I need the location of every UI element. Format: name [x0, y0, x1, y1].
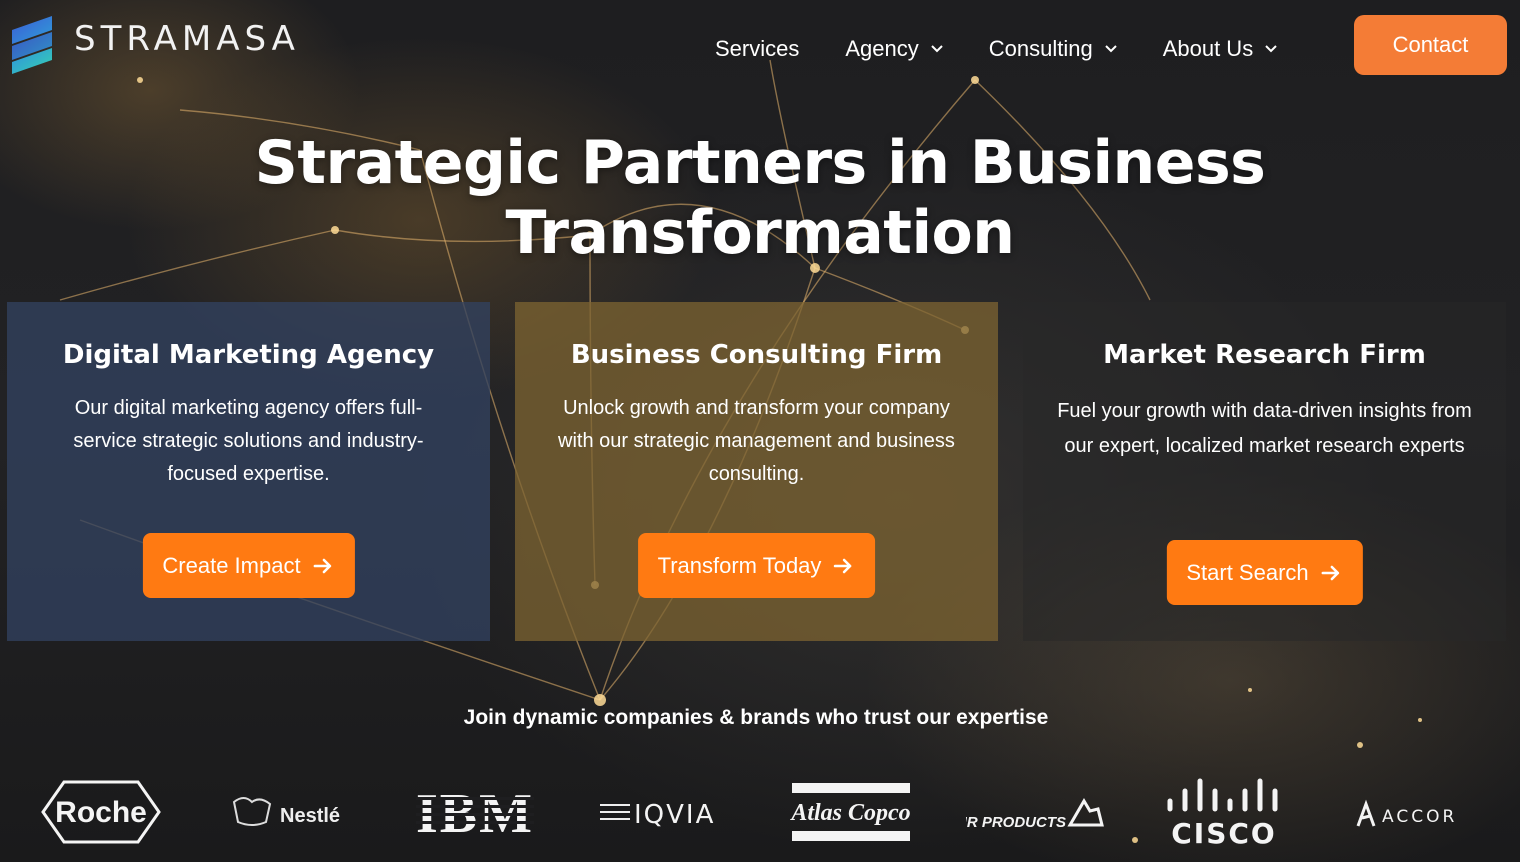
contact-button[interactable]: Contact: [1354, 15, 1507, 75]
chevron-down-icon: [931, 45, 943, 53]
nav-item-label: Agency: [845, 36, 919, 61]
ibm-logo: IBM: [416, 770, 534, 854]
card-title: Digital Marketing Agency: [62, 340, 435, 370]
start-search-button[interactable]: Start Search: [1166, 540, 1363, 605]
brand-label: IBM: [416, 786, 534, 838]
iqvia-logo: IQVIA: [598, 770, 730, 854]
service-card-business-consulting: Business Consulting Firm Unlock growth a…: [515, 302, 998, 641]
logo-mark-icon: [12, 16, 52, 74]
brand-label: CISCO: [1171, 817, 1276, 847]
cta-label: Start Search: [1186, 559, 1309, 585]
atlas-copco-logo: Atlas Copco: [788, 770, 914, 854]
nav-item-about-us[interactable]: About Us: [1163, 36, 1278, 62]
brand-logo[interactable]: STRAMASA: [10, 16, 300, 74]
air-products-logo: AIR PRODUCTS: [966, 770, 1106, 854]
cta-label: Transform Today: [657, 552, 822, 578]
brand-label: ACCOR: [1382, 807, 1457, 827]
service-card-market-research: Market Research Firm Fuel your growth wi…: [1023, 302, 1506, 641]
nestle-logo: Nestlé: [230, 770, 348, 854]
brand-label: Nestlé: [280, 805, 340, 827]
hero-title: Strategic Partners in Business Transform…: [254, 128, 1266, 268]
card-description: Fuel your growth with data-driven insigh…: [1057, 400, 1472, 457]
card-title: Business Consulting Firm: [570, 340, 943, 370]
service-card-digital-marketing: Digital Marketing Agency Our digital mar…: [7, 302, 490, 641]
brand-label: Roche: [55, 796, 147, 829]
card-description: Unlock growth and transform your company…: [558, 397, 955, 485]
site-header: STRAMASA Services Agency Consulting Abou…: [0, 0, 1520, 100]
chevron-down-icon: [1265, 45, 1277, 53]
accor-logo: ACCOR: [1354, 770, 1472, 854]
nav-item-label: About Us: [1162, 36, 1254, 61]
chevron-down-icon: [1104, 45, 1117, 53]
card-description: Our digital marketing agency offers full…: [73, 397, 424, 485]
logo-text: STRAMASA: [74, 19, 300, 59]
brand-label: Atlas Copco: [789, 800, 910, 826]
transform-today-button[interactable]: Transform Today: [637, 533, 876, 598]
cisco-logo: CISCO: [1160, 770, 1288, 854]
trust-heading: Join dynamic companies & brands who trus…: [463, 706, 1049, 729]
client-logos: Roche Nestlé IBM IQVIA Atlas Copco R PRO…: [0, 770, 1520, 860]
nav-item-services[interactable]: Services: [715, 36, 799, 62]
brand-label: AIR PRODUCTS: [966, 814, 1066, 831]
nav-item-label: Services: [715, 36, 800, 61]
create-impact-button[interactable]: Create Impact: [142, 533, 355, 598]
cta-label: Create Impact: [162, 552, 301, 578]
card-title: Market Research Firm: [1103, 340, 1426, 370]
nav-item-agency[interactable]: Agency: [845, 36, 943, 62]
roche-logo: Roche: [40, 770, 162, 854]
main-nav: Services Agency Consulting About Us: [715, 36, 1277, 62]
arrow-right-icon: [313, 558, 331, 573]
arrow-right-icon: [834, 558, 852, 573]
brand-label: IQVIA: [634, 800, 715, 830]
arrow-right-icon: [1321, 565, 1339, 580]
nav-item-label: Consulting: [988, 36, 1093, 61]
nav-item-consulting[interactable]: Consulting: [989, 36, 1117, 62]
